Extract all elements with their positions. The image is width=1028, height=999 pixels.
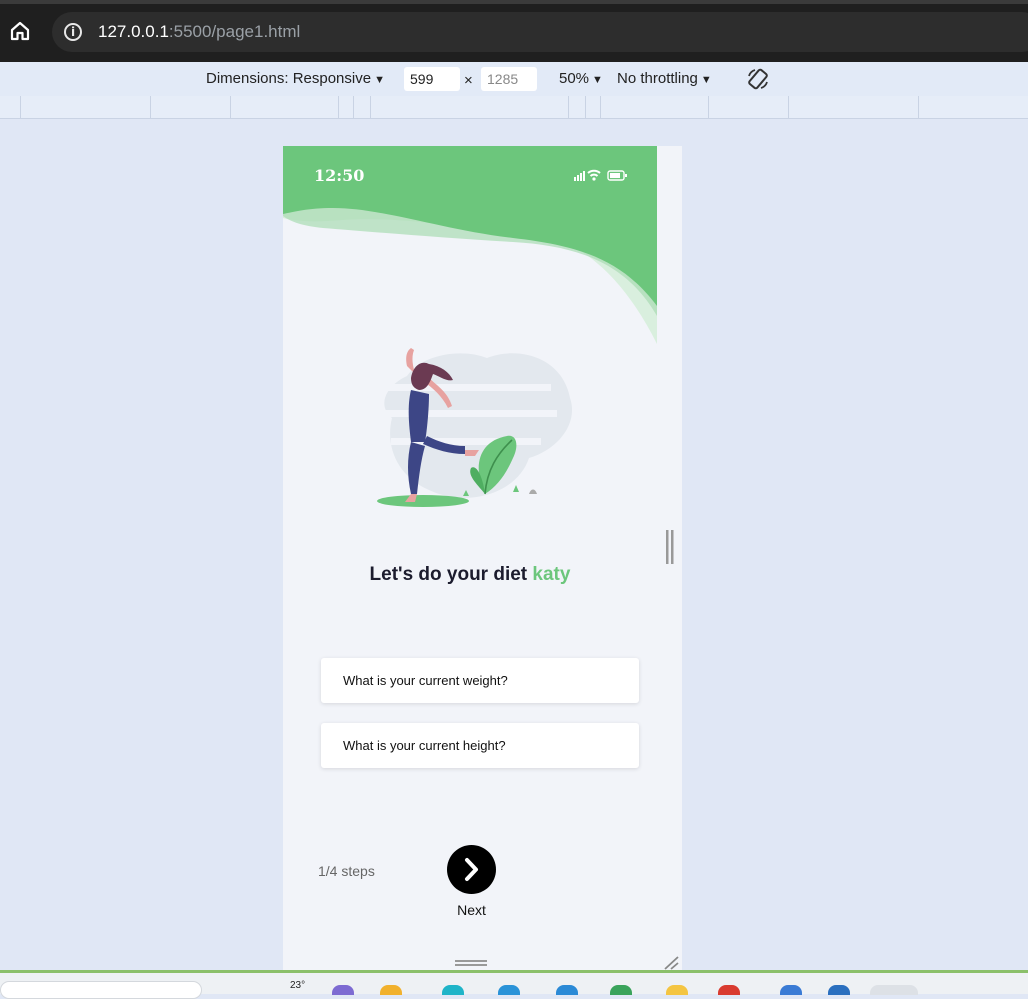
corner-resize-handle[interactable] (661, 954, 679, 970)
times-sign: × (464, 72, 473, 89)
bottom-resize-handle[interactable] (455, 959, 487, 967)
dancing-woman-illustration (367, 348, 573, 507)
title-accent: katy (532, 564, 571, 585)
os-taskbar: 23° (0, 970, 1028, 999)
dimensions-dropdown[interactable]: Dimensions: Responsive ▼ (206, 70, 385, 87)
wifi-icon (587, 169, 601, 181)
address-bar[interactable]: i 127.0.0.1:5500/page1.html (52, 12, 1028, 52)
media-query-ruler[interactable] (0, 96, 1028, 119)
taskbar-app-icon[interactable] (380, 985, 402, 995)
taskbar-app-icon[interactable] (332, 985, 354, 995)
url-path: :5500/page1.html (168, 22, 301, 41)
taskbar-app-icon[interactable] (610, 985, 632, 995)
dimensions-label: Dimensions: Responsive (206, 70, 372, 87)
taskbar-app-icon[interactable] (780, 985, 802, 995)
caret-down-icon: ▼ (592, 74, 603, 86)
next-button[interactable] (447, 845, 496, 894)
taskbar-app-icon[interactable] (666, 985, 688, 995)
height-input[interactable]: 1285 (481, 67, 537, 91)
taskbar-app-icon[interactable] (870, 985, 918, 995)
taskbar-search-box[interactable] (0, 981, 202, 999)
home-icon[interactable] (8, 19, 32, 43)
title-main: Let's do your diet (369, 564, 533, 585)
device-viewport: 12:50 Let's do your diet katy What is yo… (283, 146, 682, 972)
taskbar-app-icon[interactable] (718, 985, 740, 995)
side-resize-handle[interactable] (665, 530, 675, 564)
chevron-right-icon (465, 858, 478, 881)
throttling-dropdown[interactable]: No throttling ▼ (617, 70, 712, 87)
battery-icon (607, 170, 627, 181)
steps-indicator: 1/4 steps (318, 863, 375, 879)
url-host: 127.0.0.1 (98, 22, 169, 41)
taskbar-app-icon[interactable] (556, 985, 578, 995)
weather-temperature: 23° (290, 980, 306, 991)
taskbar-app-icon[interactable] (442, 985, 464, 995)
rotate-icon[interactable] (746, 67, 770, 91)
info-icon[interactable]: i (64, 23, 82, 41)
taskbar-app-icon[interactable] (498, 985, 520, 995)
device-toolbar: Dimensions: Responsive ▼ 599 × 1285 50% ▼ … (0, 62, 1028, 97)
zoom-dropdown[interactable]: 50% ▼ (559, 70, 603, 87)
next-label: Next (457, 902, 486, 918)
status-bar-icons (574, 169, 627, 181)
caret-down-icon: ▼ (700, 74, 712, 86)
caret-down-icon: ▼ (374, 74, 385, 86)
zoom-label: 50% (559, 70, 590, 87)
browser-toolbar: i 127.0.0.1:5500/page1.html (0, 4, 1028, 62)
page-title: Let's do your diet katy (283, 564, 657, 586)
url-text[interactable]: 127.0.0.1:5500/page1.html (98, 22, 300, 42)
height-input[interactable]: What is your current height? (321, 723, 639, 768)
throttling-label: No throttling (617, 70, 698, 87)
signal-icon (574, 171, 585, 181)
status-time: 12:50 (314, 166, 365, 185)
width-input[interactable]: 599 (404, 67, 460, 91)
weight-input[interactable]: What is your current weight? (321, 658, 639, 703)
taskbar-app-icon[interactable] (828, 985, 850, 995)
